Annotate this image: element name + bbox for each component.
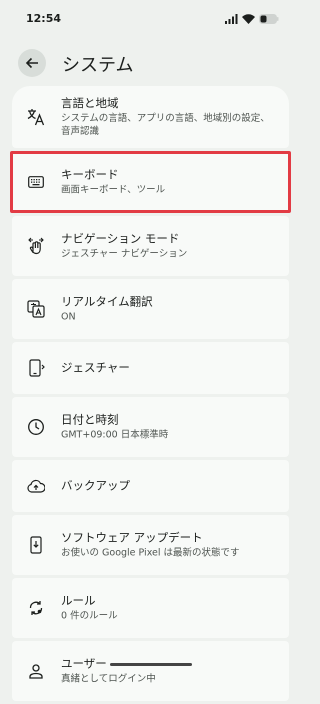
item-title: ナビゲーション モード [61, 231, 180, 246]
rules-icon [26, 598, 46, 618]
app-bar: システム [0, 44, 301, 82]
item-title: バックアップ [61, 478, 130, 493]
wifi-icon [242, 14, 255, 24]
item-title: 言語と地域 [61, 96, 119, 110]
person-icon [26, 661, 46, 681]
clock-icon [26, 417, 46, 437]
setting-software-update[interactable]: ソフトウェア アップデート お使いの Google Pixel は最新の状態です [12, 515, 289, 575]
home-indicator [110, 663, 192, 666]
translate-icon [26, 107, 46, 127]
item-subtitle: 画面キーボード、ツール [61, 184, 166, 196]
cloud-upload-icon [26, 476, 46, 496]
gesture-nav-icon [26, 236, 46, 256]
item-subtitle: 真緒としてログイン中 [61, 673, 156, 685]
page-title: システム [62, 55, 134, 76]
item-title: ソフトウェア アップデート [61, 530, 203, 545]
item-subtitle: ジェスチャー ナビゲーション [61, 248, 188, 260]
back-button[interactable] [18, 49, 46, 77]
battery-icon [259, 14, 279, 24]
arrow-back-icon [25, 57, 38, 69]
setting-rules[interactable]: ルール 0 件のルール [12, 578, 289, 638]
item-subtitle: システムの言語、アプリの言語、地域別の設定、音声認識 [61, 113, 270, 137]
setting-date-time[interactable]: 日付と時刻 GMT+09:00 日本標準時 [12, 397, 289, 457]
status-time: 12:54 [26, 12, 62, 25]
status-bar: 12:54 [0, 0, 301, 40]
item-subtitle: お使いの Google Pixel は最新の状態です [61, 547, 240, 559]
item-subtitle: ON [61, 311, 76, 323]
setting-live-translate[interactable]: リアルタイム翻訳 ON [12, 279, 289, 339]
item-subtitle: GMT+09:00 日本標準時 [61, 429, 169, 441]
setting-backup[interactable]: バックアップ [12, 460, 289, 512]
settings-list: 言語と地域 システムの言語、アプリの言語、地域別の設定、音声認識 キーボード 画… [12, 86, 289, 704]
system-update-icon [26, 535, 46, 555]
signal-icon [225, 14, 238, 24]
item-title: ジェスチャー [61, 360, 130, 375]
setting-language-region[interactable]: 言語と地域 システムの言語、アプリの言語、地域別の設定、音声認識 [12, 86, 289, 148]
setting-keyboard[interactable]: キーボード 画面キーボード、ツール [12, 151, 289, 213]
setting-gestures[interactable]: ジェスチャー [12, 342, 289, 394]
gesture-phone-icon [26, 358, 46, 378]
setting-users[interactable]: ユーザー 真緒としてログイン中 [12, 641, 289, 701]
item-title: リアルタイム翻訳 [61, 294, 153, 309]
keyboard-icon [26, 172, 46, 192]
item-title: キーボード [61, 167, 119, 182]
item-subtitle: 0 件のルール [61, 610, 118, 622]
item-title: ルール [61, 593, 96, 608]
setting-navigation-mode[interactable]: ナビゲーション モード ジェスチャー ナビゲーション [12, 216, 289, 276]
item-title: 日付と時刻 [61, 412, 119, 427]
status-icons [225, 14, 279, 24]
live-translate-icon [26, 299, 46, 319]
